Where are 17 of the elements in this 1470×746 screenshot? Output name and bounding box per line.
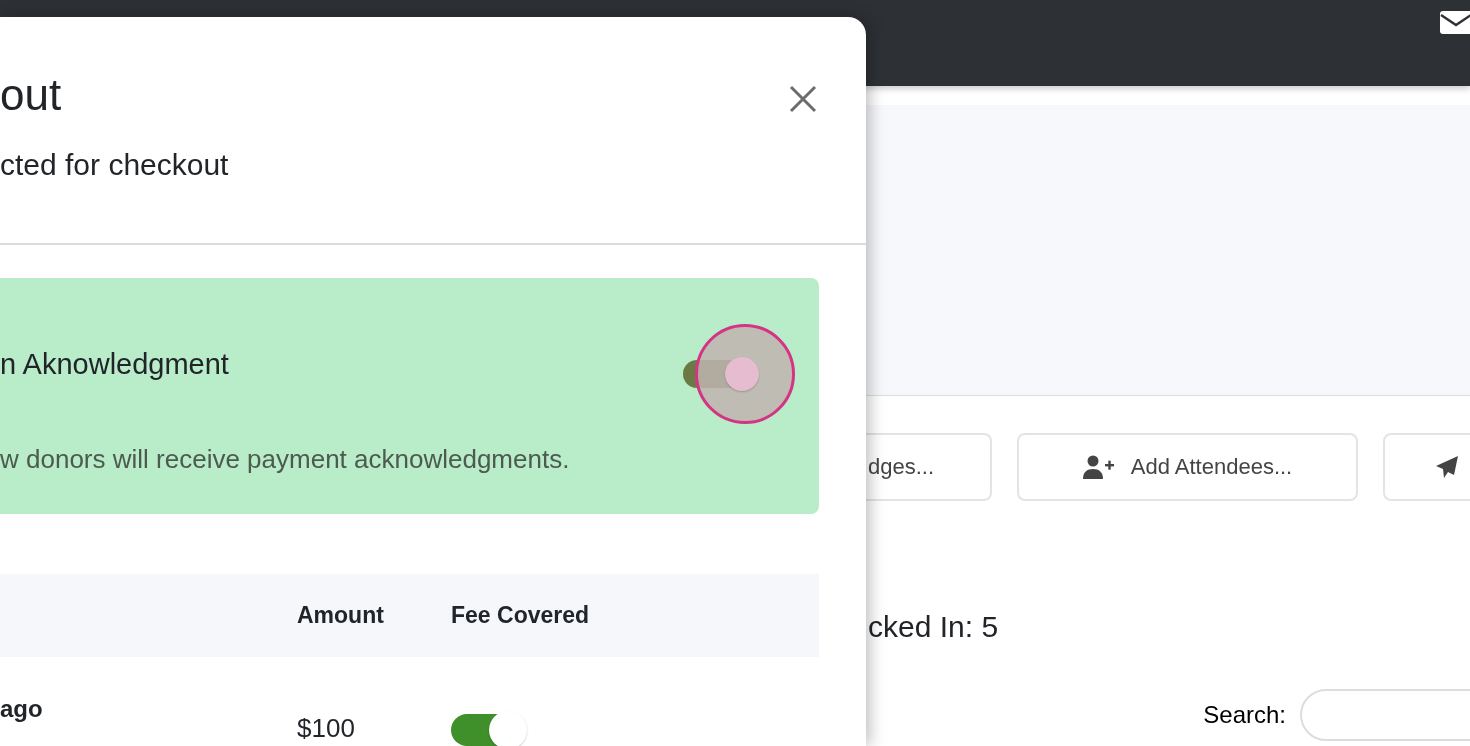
modal-subtitle: cted for checkout — [0, 147, 229, 183]
mail-icon[interactable] — [1440, 11, 1470, 35]
column-header: Fee Covered — [451, 602, 590, 629]
modal-title: out — [0, 69, 62, 121]
add-user-icon — [1082, 455, 1115, 479]
donor-name: ago — [0, 695, 43, 724]
send-icon — [1435, 455, 1459, 479]
search-label: Search: — [1203, 701, 1286, 729]
column-header: Amount — [297, 602, 384, 629]
search-field[interactable] — [1300, 689, 1470, 741]
amount-cell: $100 — [297, 713, 355, 743]
close-icon[interactable] — [789, 85, 817, 113]
acknowledgment-title: n Aknowledgment — [0, 347, 229, 382]
toolbar-button[interactable]: Add Attendees... — [1017, 433, 1358, 501]
toolbar-button[interactable]: dges... — [866, 433, 992, 501]
acknowledgment-description: w donors will receive payment acknowledgments. — [0, 443, 570, 476]
checked-in-count: cked In: 5 — [867, 609, 1000, 645]
